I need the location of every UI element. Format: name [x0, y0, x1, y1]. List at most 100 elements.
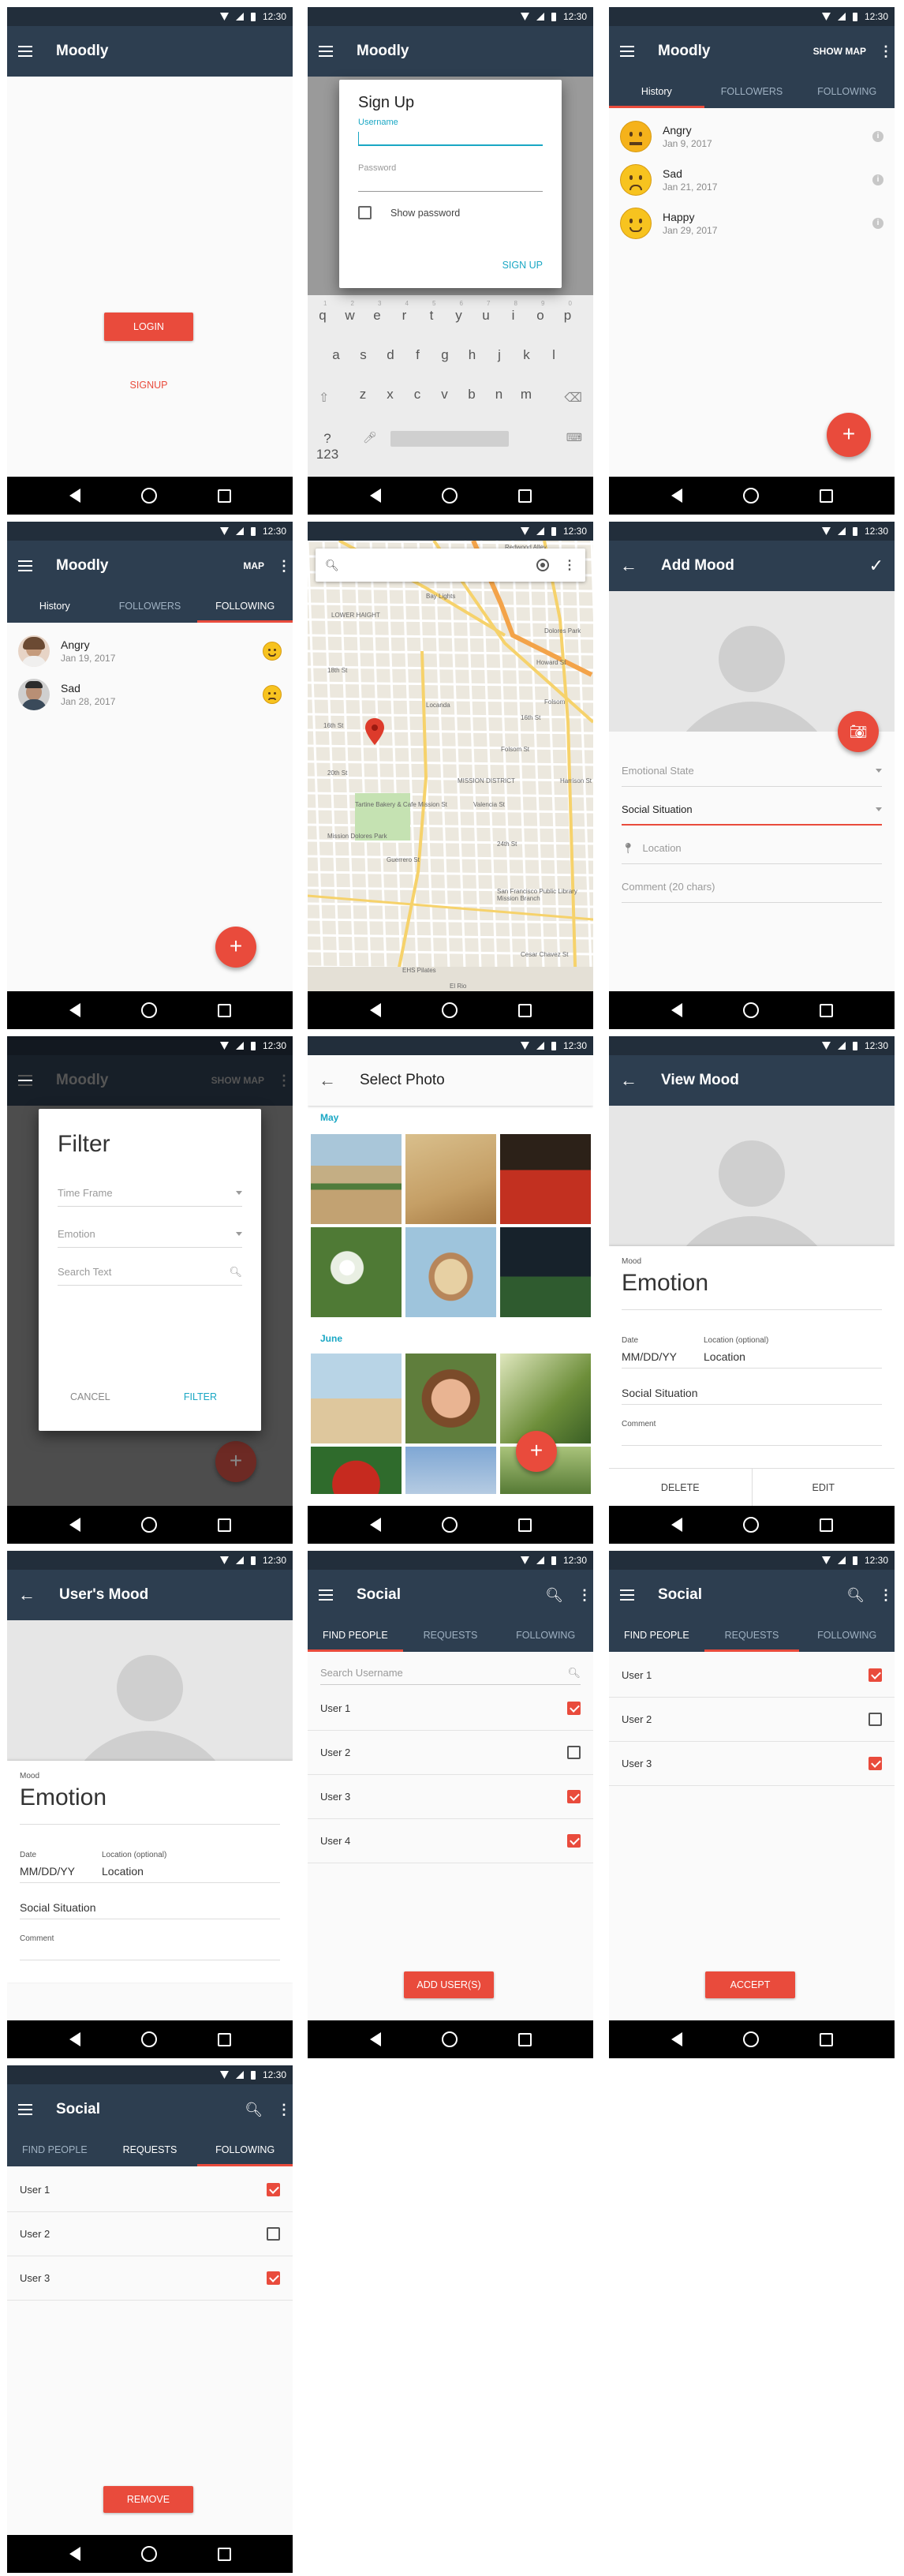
user-checkbox[interactable] — [567, 1702, 581, 1715]
home-nav-icon[interactable] — [441, 1002, 458, 1018]
key[interactable]: b — [460, 387, 484, 402]
more-vert-icon[interactable]: ⋮ — [577, 1587, 592, 1604]
shift-key-icon[interactable]: ⇧ — [319, 390, 329, 406]
key[interactable]: h — [461, 347, 484, 363]
tab-history[interactable]: History — [609, 77, 704, 108]
back-nav-icon[interactable] — [69, 489, 80, 503]
photo-thumbnail[interactable] — [311, 1447, 402, 1494]
remove-button[interactable]: REMOVE — [103, 2486, 193, 2513]
username-field[interactable] — [358, 130, 543, 146]
list-item[interactable]: User 1 — [308, 1687, 593, 1731]
menu-icon[interactable] — [18, 560, 32, 571]
key[interactable]: p — [556, 308, 580, 324]
list-item[interactable]: Sad Jan 28, 2017 — [7, 672, 293, 717]
list-item[interactable]: User 4 — [308, 1819, 593, 1863]
photo-thumbnail[interactable] — [311, 1134, 402, 1224]
list-item[interactable]: User 3 — [7, 2256, 293, 2301]
tab-find-people[interactable]: FIND PEOPLE — [308, 1620, 403, 1652]
menu-icon[interactable] — [319, 1589, 333, 1601]
list-item[interactable]: User 3 — [609, 1742, 895, 1786]
menu-icon[interactable] — [620, 1589, 634, 1601]
menu-icon[interactable] — [18, 46, 32, 57]
key[interactable]: n — [487, 387, 511, 402]
key[interactable]: k — [515, 347, 539, 363]
recents-nav-icon[interactable] — [217, 1518, 231, 1532]
back-nav-icon[interactable] — [69, 2032, 80, 2046]
back-arrow-icon[interactable]: ← — [319, 1072, 336, 1089]
map-view[interactable]: Redwood AlleyCivic CenterBay LightsDolor… — [308, 541, 593, 991]
back-nav-icon[interactable] — [69, 1518, 80, 1532]
check-icon[interactable]: ✓ — [869, 556, 883, 576]
list-item[interactable]: User 2 — [308, 1731, 593, 1775]
more-vert-icon[interactable]: ⋮ — [879, 43, 893, 60]
key[interactable]: y — [447, 308, 471, 324]
back-nav-icon[interactable] — [671, 2032, 682, 2046]
show-password-row[interactable]: Show password — [358, 206, 460, 219]
recents-nav-icon[interactable] — [217, 1003, 231, 1017]
photo-thumbnail[interactable] — [405, 1134, 496, 1224]
key[interactable]: v — [433, 387, 457, 402]
user-checkbox[interactable] — [567, 1790, 581, 1803]
add-mood-fab[interactable]: + — [215, 927, 256, 968]
user-checkbox[interactable] — [869, 1668, 882, 1682]
key[interactable]: t — [420, 308, 443, 324]
delete-button[interactable]: DELETE — [609, 1469, 753, 1506]
list-item[interactable]: User 1 — [609, 1653, 895, 1698]
key[interactable]: w — [338, 308, 362, 324]
home-nav-icon[interactable] — [742, 1517, 759, 1533]
list-item[interactable]: User 3 — [308, 1775, 593, 1819]
tab-requests[interactable]: REQUESTS — [403, 1620, 499, 1652]
home-nav-icon[interactable] — [140, 1002, 157, 1018]
tab-followers[interactable]: FOLLOWERS — [103, 591, 198, 623]
user-checkbox[interactable] — [567, 1834, 581, 1848]
add-mood-fab[interactable]: + — [827, 413, 871, 457]
map-button[interactable]: MAP — [243, 560, 264, 571]
key[interactable]: i — [502, 308, 525, 324]
home-nav-icon[interactable] — [140, 2031, 157, 2047]
photo-thumbnail[interactable] — [311, 1227, 402, 1317]
back-nav-icon[interactable] — [69, 2547, 80, 2561]
list-item[interactable]: User 2 — [609, 1698, 895, 1742]
key[interactable]: ?123 — [316, 431, 339, 462]
show-password-checkbox[interactable] — [358, 206, 372, 219]
photo-thumbnail[interactable] — [405, 1354, 496, 1443]
more-vert-icon[interactable]: ⋮ — [277, 558, 291, 575]
photo-thumbnail[interactable] — [311, 1354, 402, 1443]
time-frame-select[interactable]: Time Frame — [58, 1180, 242, 1207]
menu-icon[interactable] — [18, 2104, 32, 2115]
location-field[interactable]: 📍︎ Location — [622, 833, 882, 864]
list-item[interactable]: User 1 — [7, 2168, 293, 2212]
photo-thumbnail[interactable] — [405, 1447, 496, 1494]
tab-following[interactable]: FOLLOWING — [197, 591, 293, 623]
tab-following[interactable]: FOLLOWING — [498, 1620, 593, 1652]
back-nav-icon[interactable] — [369, 489, 381, 503]
recents-nav-icon[interactable] — [819, 1518, 833, 1532]
list-item[interactable]: Angry Jan 19, 2017 — [7, 629, 293, 673]
home-nav-icon[interactable] — [140, 2546, 157, 2562]
home-nav-icon[interactable] — [441, 488, 458, 504]
key[interactable]: g — [433, 347, 457, 363]
tab-requests[interactable]: REQUESTS — [704, 1620, 800, 1652]
info-icon[interactable]: i — [872, 174, 883, 185]
comment-field[interactable]: Comment (20 chars) — [622, 871, 882, 903]
recents-nav-icon[interactable] — [217, 489, 231, 503]
back-nav-icon[interactable] — [671, 489, 682, 503]
key[interactable]: x — [379, 387, 402, 402]
key[interactable]: l — [542, 347, 566, 363]
user-checkbox[interactable] — [267, 2271, 280, 2285]
key[interactable]: e — [365, 308, 389, 324]
back-arrow-icon[interactable]: ← — [620, 557, 637, 575]
home-nav-icon[interactable] — [140, 488, 157, 504]
home-nav-icon[interactable] — [742, 488, 759, 504]
key[interactable]: j — [487, 347, 511, 363]
social-situation-select[interactable]: Social Situation — [622, 794, 882, 826]
key[interactable]: q — [311, 308, 334, 324]
my-location-icon[interactable] — [536, 559, 549, 571]
search-text-field[interactable]: Search Text 🔍︎ — [58, 1259, 242, 1286]
tab-find-people[interactable]: FIND PEOPLE — [7, 2135, 103, 2166]
user-checkbox[interactable] — [267, 2227, 280, 2241]
add-users-button[interactable]: ADD USER(S) — [404, 1971, 494, 1998]
list-item[interactable]: Sad Jan 21, 2017 i — [609, 158, 895, 202]
back-arrow-icon[interactable]: ← — [620, 1072, 637, 1089]
login-button[interactable]: LOGIN — [104, 313, 193, 341]
